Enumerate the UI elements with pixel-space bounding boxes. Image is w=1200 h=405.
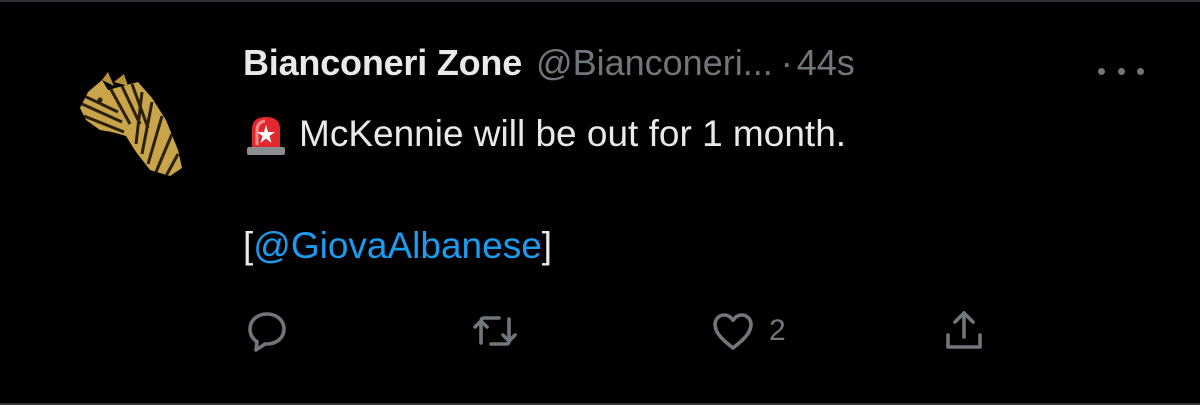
bracket-open: [ bbox=[243, 225, 254, 266]
tweet-text: McKennie will be out for 1 month. [ @Gio… bbox=[243, 106, 1143, 274]
more-options-button[interactable] bbox=[1098, 64, 1144, 78]
action-bar: 2 bbox=[243, 307, 1003, 357]
more-dot-icon bbox=[1137, 67, 1144, 75]
more-dot-icon bbox=[1117, 67, 1125, 75]
heart-icon bbox=[713, 313, 753, 350]
tweet-content: Bianconeri Zone @Bianconeri... · 44s McK… bbox=[243, 42, 1143, 274]
user-handle[interactable]: @Bianconeri... bbox=[536, 42, 773, 84]
like-button[interactable]: 2 bbox=[709, 307, 786, 355]
retweet-icon bbox=[473, 316, 517, 346]
zebra-head-icon bbox=[80, 72, 182, 176]
tweet-text-line: McKennie will be out for 1 month. bbox=[299, 113, 847, 154]
reply-icon bbox=[248, 312, 286, 352]
share-icon bbox=[946, 311, 982, 349]
reply-button[interactable] bbox=[243, 307, 291, 355]
retweet-button[interactable] bbox=[471, 307, 519, 355]
more-dot-icon bbox=[1098, 67, 1105, 75]
bracket-close: ] bbox=[541, 225, 553, 266]
timestamp[interactable]: 44s bbox=[797, 42, 855, 84]
like-count: 2 bbox=[769, 314, 786, 347]
rotating-light-icon bbox=[247, 117, 285, 155]
mention-link[interactable]: @GiovaAlbanese bbox=[253, 218, 542, 274]
share-button[interactable] bbox=[940, 307, 988, 355]
separator-dot: · bbox=[780, 42, 793, 83]
display-name[interactable]: Bianconeri Zone bbox=[243, 42, 522, 84]
tweet-header: Bianconeri Zone @Bianconeri... · 44s bbox=[243, 42, 1143, 98]
avatar[interactable] bbox=[78, 72, 188, 182]
mention-line: [ @GiovaAlbanese ] bbox=[243, 218, 1143, 274]
tweet-card[interactable]: Bianconeri Zone @Bianconeri... · 44s McK… bbox=[0, 0, 1200, 405]
